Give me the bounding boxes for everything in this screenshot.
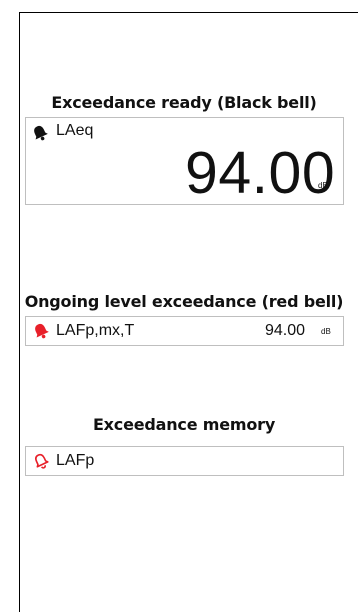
measurement-value: 94.00 <box>185 140 336 206</box>
measurement-label: LAFp,mx,T <box>56 322 135 339</box>
measurement-unit: dB <box>318 181 328 190</box>
section-heading-ongoing-exceedance: Ongoing level exceedance (red bell) <box>24 292 344 311</box>
measurement-panel-laeq[interactable]: LAeq 94.00 dB <box>25 117 344 206</box>
bell-filled-icon <box>31 124 49 142</box>
measurement-panel-lafp-mx-t[interactable]: LAFp,mx,T 94.00 dB <box>25 316 344 346</box>
bell-outline-icon <box>32 452 50 470</box>
section-heading-exceedance-memory: Exceedance memory <box>92 415 276 434</box>
bell-filled-icon <box>32 322 50 340</box>
measurement-unit: dB <box>321 327 331 336</box>
section-heading-exceedance-ready: Exceedance ready (Black bell) <box>51 93 317 112</box>
measurement-label: LAeq <box>56 122 94 139</box>
measurement-panel-lafp[interactable]: LAFp <box>25 446 344 476</box>
measurement-value: 94.00 <box>265 322 306 339</box>
measurement-label: LAFp <box>56 452 95 469</box>
